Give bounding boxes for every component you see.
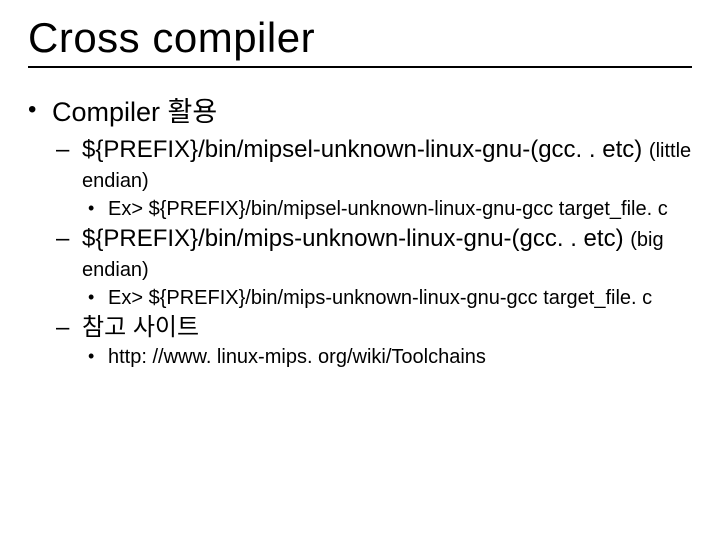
- bullet-reference-site: 참고 사이트 http: //www. linux-mips. org/wiki…: [52, 313, 692, 370]
- bullet-list-level-3: Ex> ${PREFIX}/bin/mips-unknown-linux-gnu…: [82, 286, 692, 311]
- bullet-text: ${PREFIX}/bin/mips-unknown-linux-gnu-(gc…: [82, 225, 624, 252]
- slide: Cross compiler Compiler 활용 ${PREFIX}/bin…: [0, 0, 720, 540]
- bullet-mips-example: Ex> ${PREFIX}/bin/mips-unknown-linux-gnu…: [82, 286, 692, 311]
- bullet-text: http: //www. linux-mips. org/wiki/Toolch…: [108, 346, 486, 368]
- bullet-text: Ex> ${PREFIX}/bin/mips-unknown-linux-gnu…: [108, 287, 652, 309]
- bullet-text: ${PREFIX}/bin/mipsel-unknown-linux-gnu-(…: [82, 136, 642, 163]
- bullet-list-level-2: ${PREFIX}/bin/mipsel-unknown-linux-gnu-(…: [52, 135, 692, 370]
- bullet-list-level-3: http: //www. linux-mips. org/wiki/Toolch…: [82, 345, 692, 370]
- bullet-text: Compiler 활용: [52, 97, 217, 127]
- bullet-mipsel-path: ${PREFIX}/bin/mipsel-unknown-linux-gnu-(…: [52, 135, 692, 222]
- bullet-text: 참고 사이트: [82, 314, 199, 341]
- bullet-list-level-1: Compiler 활용 ${PREFIX}/bin/mipsel-unknown…: [28, 94, 692, 369]
- bullet-list-level-3: Ex> ${PREFIX}/bin/mipsel-unknown-linux-g…: [82, 197, 692, 222]
- bullet-compiler-usage: Compiler 활용 ${PREFIX}/bin/mipsel-unknown…: [28, 94, 692, 369]
- bullet-mips-path: ${PREFIX}/bin/mips-unknown-linux-gnu-(gc…: [52, 224, 692, 311]
- slide-title: Cross compiler: [28, 14, 692, 68]
- bullet-reference-url: http: //www. linux-mips. org/wiki/Toolch…: [82, 345, 692, 370]
- bullet-text: Ex> ${PREFIX}/bin/mipsel-unknown-linux-g…: [108, 198, 668, 220]
- bullet-mipsel-example: Ex> ${PREFIX}/bin/mipsel-unknown-linux-g…: [82, 197, 692, 222]
